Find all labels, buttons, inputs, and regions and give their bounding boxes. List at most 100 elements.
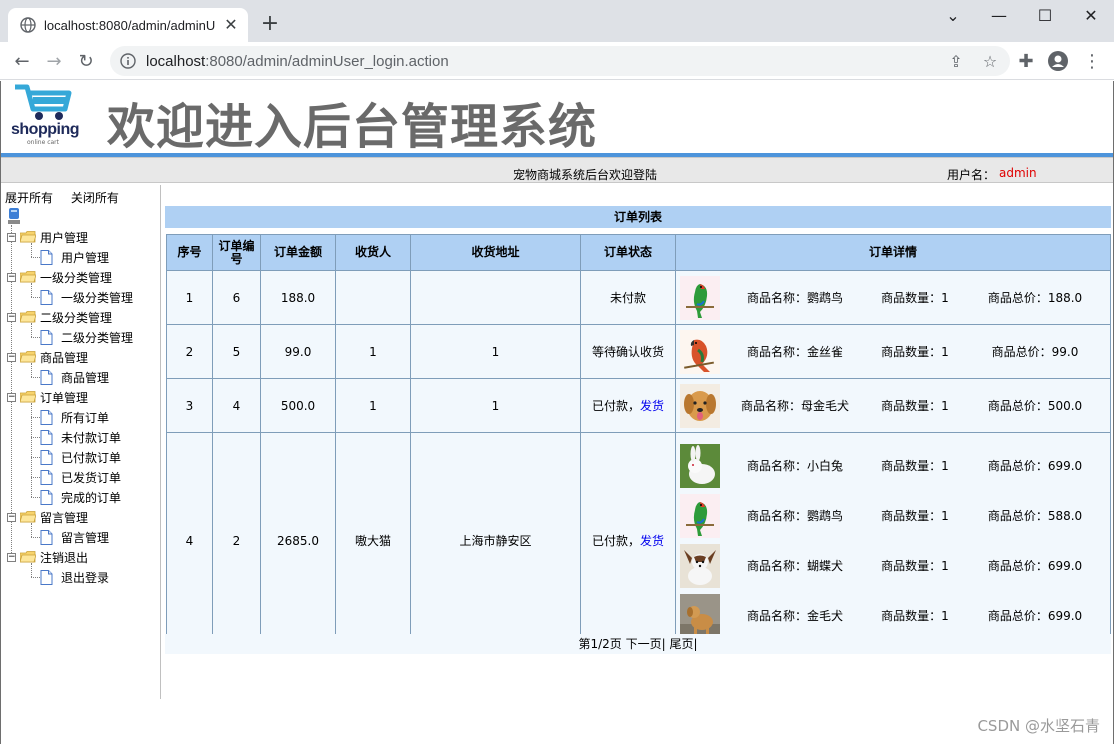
collapse-toggle-icon[interactable]: − [7,392,16,402]
col-status: 订单状态 [580,234,676,271]
product-thumbnail[interactable] [680,275,720,320]
tree-connector [31,363,32,377]
product-thumbnail[interactable] [680,593,720,638]
folder-open-icon [20,511,36,523]
item-quantity: 商品数量：1 [881,509,949,523]
cell-amount: 99.0 [260,324,336,379]
pagination: 第1/2页 下一页| 尾页| [165,634,1111,654]
last-page-link[interactable]: 尾页 [669,637,693,651]
cell-details: 商品名称：金丝雀 商品数量：1 商品总价：99.0 [675,324,1111,379]
forward-arrow-icon[interactable]: → [42,49,66,73]
tree-item[interactable]: 所有订单 [40,407,109,427]
minimize-button[interactable]: — [984,6,1014,26]
product-thumbnail[interactable] [680,383,720,428]
tree-group-label: 用户管理 [40,230,89,245]
tree-group-label: 留言管理 [40,510,89,525]
product-thumbnail[interactable] [680,543,720,588]
folder-open-icon [20,231,36,243]
col-details: 订单详情 [675,234,1111,271]
product-thumbnail[interactable] [680,443,720,488]
item-quantity: 商品数量：1 [881,559,949,573]
tree-item[interactable]: 商品管理 [40,367,109,387]
cell-receiver [335,270,411,325]
extensions-icon[interactable]: ✚ [1014,49,1038,73]
tree-item[interactable]: 完成的订单 [40,487,121,507]
back-arrow-icon[interactable]: ← [10,49,34,73]
collapse-all-link[interactable]: 关闭所有 [71,191,119,205]
tree-connector [31,563,32,577]
profile-icon[interactable] [1046,49,1070,73]
document-icon [40,369,53,385]
tree-group[interactable]: − 注销退出 [7,547,88,567]
tree-item-label: 退出登录 [61,570,110,585]
tree-group-label: 二级分类管理 [40,310,113,325]
tree-group[interactable]: − 一级分类管理 [7,267,112,287]
tree-item[interactable]: 二级分类管理 [40,327,133,347]
tree-connector [31,323,32,337]
tree-item[interactable]: 用户管理 [40,247,109,267]
url-text: localhost:8080/admin/adminUser_login.act… [146,52,449,70]
address-bar[interactable]: localhost:8080/admin/adminUser_login.act… [110,46,1010,76]
tree-group[interactable]: − 用户管理 [7,227,88,247]
tree-item[interactable]: 已付款订单 [40,447,121,467]
tree-group[interactable]: − 订单管理 [7,387,88,407]
share-icon[interactable]: ⇪ [946,51,966,71]
browser-tab[interactable]: localhost:8080/admin/adminU ✕ [8,8,248,42]
collapse-toggle-icon[interactable]: − [7,512,16,522]
tree-item[interactable]: 一级分类管理 [40,287,133,307]
next-page-link[interactable]: 下一页 [626,637,662,651]
maximize-button[interactable]: ☐ [1030,6,1060,26]
tree-item[interactable]: 留言管理 [40,527,109,547]
menu-kebab-icon[interactable]: ⋮ [1080,49,1104,73]
tree-item[interactable]: 已发货订单 [40,467,121,487]
new-tab-button[interactable]: + [258,12,282,36]
product-thumbnail[interactable] [680,329,720,374]
tree-group-label: 注销退出 [40,550,89,565]
collapse-toggle-icon[interactable]: − [7,312,16,322]
document-icon [40,529,53,545]
reload-icon[interactable]: ↻ [74,49,98,73]
tree-group[interactable]: − 留言管理 [7,507,88,527]
tree-connector [31,437,40,438]
order-item: 商品名称：金丝雀 商品数量：1 商品总价：99.0 [676,326,1110,378]
close-window-button[interactable]: ✕ [1076,6,1106,26]
tree-connector [31,243,32,257]
welcome-bar: 宠物商城系统后台欢迎登陆 用户名： admin [1,157,1113,183]
item-name: 商品名称：金毛犬 [746,609,843,623]
folder-open-icon [20,391,36,403]
username-label: 用户名： [947,168,996,182]
item-quantity: 商品数量：1 [881,609,949,623]
tree-item-label: 用户管理 [61,250,110,265]
tree-group[interactable]: − 商品管理 [7,347,88,367]
document-icon [40,569,53,585]
document-icon [40,489,53,505]
cell-amount: 188.0 [260,270,336,325]
star-icon[interactable]: ☆ [980,51,1000,71]
collapse-toggle-icon[interactable]: − [7,232,16,242]
order-item: 商品名称：蝴蝶犬 商品数量：1 商品总价：699.0 [676,541,1110,590]
ship-order-link[interactable]: 发货 [640,534,664,548]
item-total: 商品总价：588.0 [987,509,1083,523]
product-thumbnail[interactable] [680,493,720,538]
chevron-down-icon[interactable]: ⌄ [938,6,968,26]
item-name: 商品名称：蝴蝶犬 [746,559,843,573]
item-total: 商品总价：699.0 [987,609,1083,623]
document-icon [40,429,53,445]
order-list-panel: 订单列表 序号 订单编号 订单金额 收货人 收货地址 订单状态 订单详情 161… [165,206,1111,654]
tree-group-label: 商品管理 [40,350,89,365]
tree-connector [31,403,32,497]
document-icon [40,249,53,265]
tree-item[interactable]: 退出登录 [40,567,109,587]
logo-subtext: online cart [27,139,60,146]
close-tab-icon[interactable]: ✕ [222,16,240,34]
collapse-toggle-icon[interactable]: − [7,352,16,362]
expand-all-link[interactable]: 展开所有 [5,191,53,205]
collapse-toggle-icon[interactable]: − [7,552,16,562]
pager-separator: | [661,637,666,651]
tree-group[interactable]: − 二级分类管理 [7,307,112,327]
tree-item[interactable]: 未付款订单 [40,427,121,447]
collapse-toggle-icon[interactable]: − [7,272,16,282]
document-icon [40,409,53,425]
order-item: 商品名称：母金毛犬 商品数量：1 商品总价：500.0 [676,380,1110,432]
ship-order-link[interactable]: 发货 [640,399,664,413]
